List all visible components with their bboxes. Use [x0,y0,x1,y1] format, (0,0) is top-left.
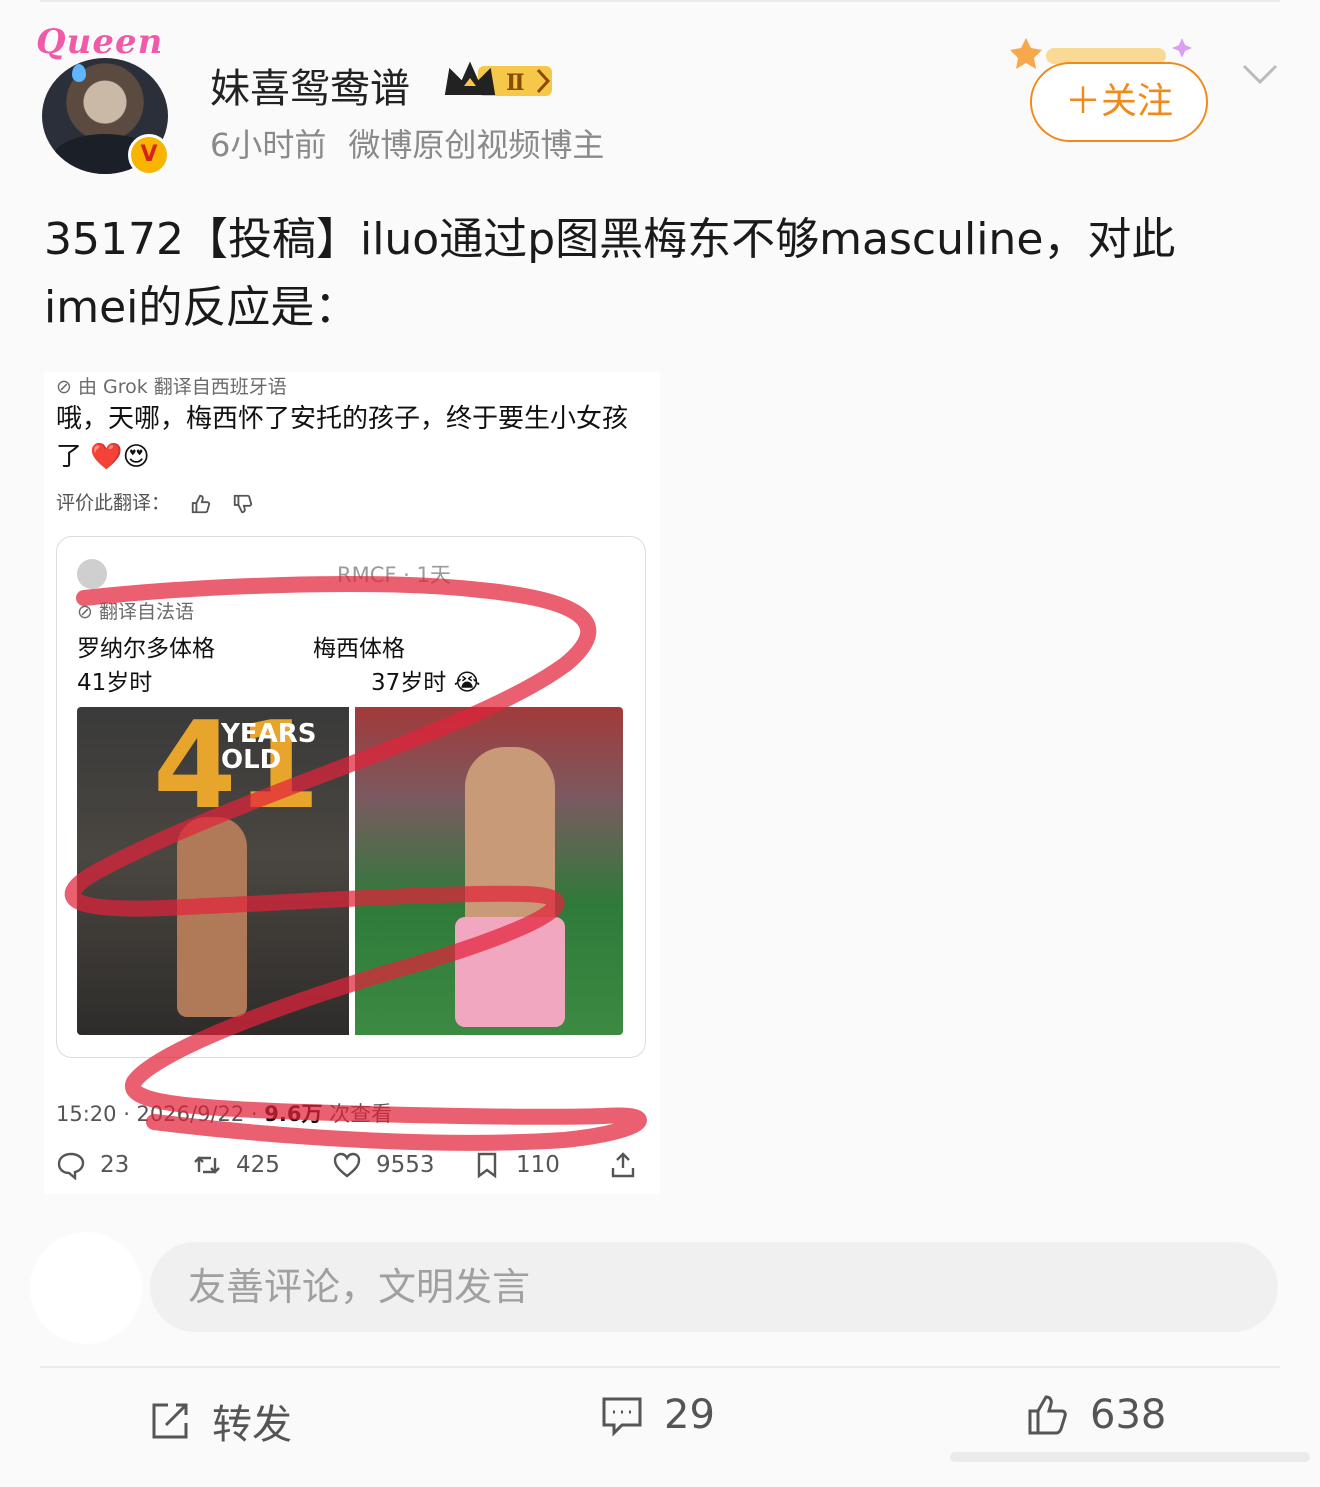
post-image[interactable]: ⊘ 由 Grok 翻译自西班牙语 哦，天哪，梅西怀了安托的孩子，终于要生小女孩了… [44,372,660,1194]
commenter-avatar [30,1232,142,1344]
quoted-text: 41岁时 [77,670,153,696]
post-text-line: 35172【投稿】iluo通过p图黑梅东不够masculine，对此 [44,214,1176,265]
bookmark-stat: 110 [472,1150,560,1180]
photo-caption-text: YEARS OLD [221,719,317,775]
heart-icon [333,1152,361,1178]
comment-count: 29 [664,1392,715,1438]
follow-button[interactable]: ＋关注 [1030,62,1208,142]
verified-badge: V [128,134,170,176]
post-body: 35172【投稿】iluo通过p图黑梅东不够masculine，对此 imei的… [44,206,1284,342]
retweet-stat: 425 [192,1150,280,1180]
post-time: 6小时前 [210,126,327,164]
post-text-line: imei的反应是： [44,282,359,333]
repost-icon [152,1403,188,1439]
comment-icon [602,1397,642,1437]
sweat-drop-icon [72,64,86,82]
post-meta: 6小时前 微博原创视频博主 [210,120,604,166]
thumbs-up-icon [191,494,211,513]
top-divider [40,0,1280,2]
thumbs-down-icon [233,494,253,513]
quoted-text: 37岁时 😭 [371,670,481,696]
share-stat [608,1150,652,1180]
rate-translation: 评价此翻译： [56,488,254,515]
comment-button[interactable]: 29 [600,1392,715,1438]
thumbs-up-icon [1028,1395,1067,1435]
reply-icon [57,1152,85,1180]
like-stat: 9553 [332,1150,435,1180]
avatar-frame-text: Queen [36,22,164,62]
quoted-avatar [77,559,107,589]
bottom-divider [40,1366,1280,1368]
author-description: 微博原创视频博主 [348,126,605,164]
scroll-indicator-decoration [950,1452,1310,1462]
retweet-icon [194,1156,220,1174]
comment-input[interactable]: 友善评论，文明发言 [150,1242,1278,1332]
chevron-down-icon[interactable] [1240,60,1280,90]
tweet-timestamp: 15:20 · 2026/9/22 · 9.6万 次查看 [56,1102,393,1126]
like-count: 638 [1090,1392,1167,1438]
quoted-handle: RMCF · 1天 [337,563,451,587]
messi-photo [355,707,623,1035]
quoted-tweet: RMCF · 1天 ⊘ 翻译自法语 罗纳尔多体格 梅西体格 41岁时 37岁时 … [56,536,646,1058]
author-name[interactable]: 妹喜鸳鸯谱 [210,56,410,114]
quoted-translation-note: ⊘ 翻译自法语 [77,601,194,623]
svg-text:Ⅱ: Ⅱ [506,70,525,96]
reply-stat: 23 [56,1150,129,1180]
share-icon [611,1152,635,1178]
bookmark-icon [477,1152,497,1179]
quoted-text: 梅西体格 [313,636,405,662]
quoted-text: 罗纳尔多体格 [77,636,215,662]
ronaldo-photo: 41 YEARS OLD [77,707,349,1035]
like-button[interactable]: 638 [1026,1392,1166,1438]
repost-label: 转发 [212,1402,292,1448]
repost-button[interactable]: 转发 [148,1392,292,1450]
tweet-text: 哦，天哪，梅西怀了安托的孩子，终于要生小女孩了 ❤️😍 [56,404,629,472]
translation-note: ⊘ 由 Grok 翻译自西班牙语 [56,376,287,398]
member-crown-icon[interactable]: Ⅱ [442,60,556,102]
